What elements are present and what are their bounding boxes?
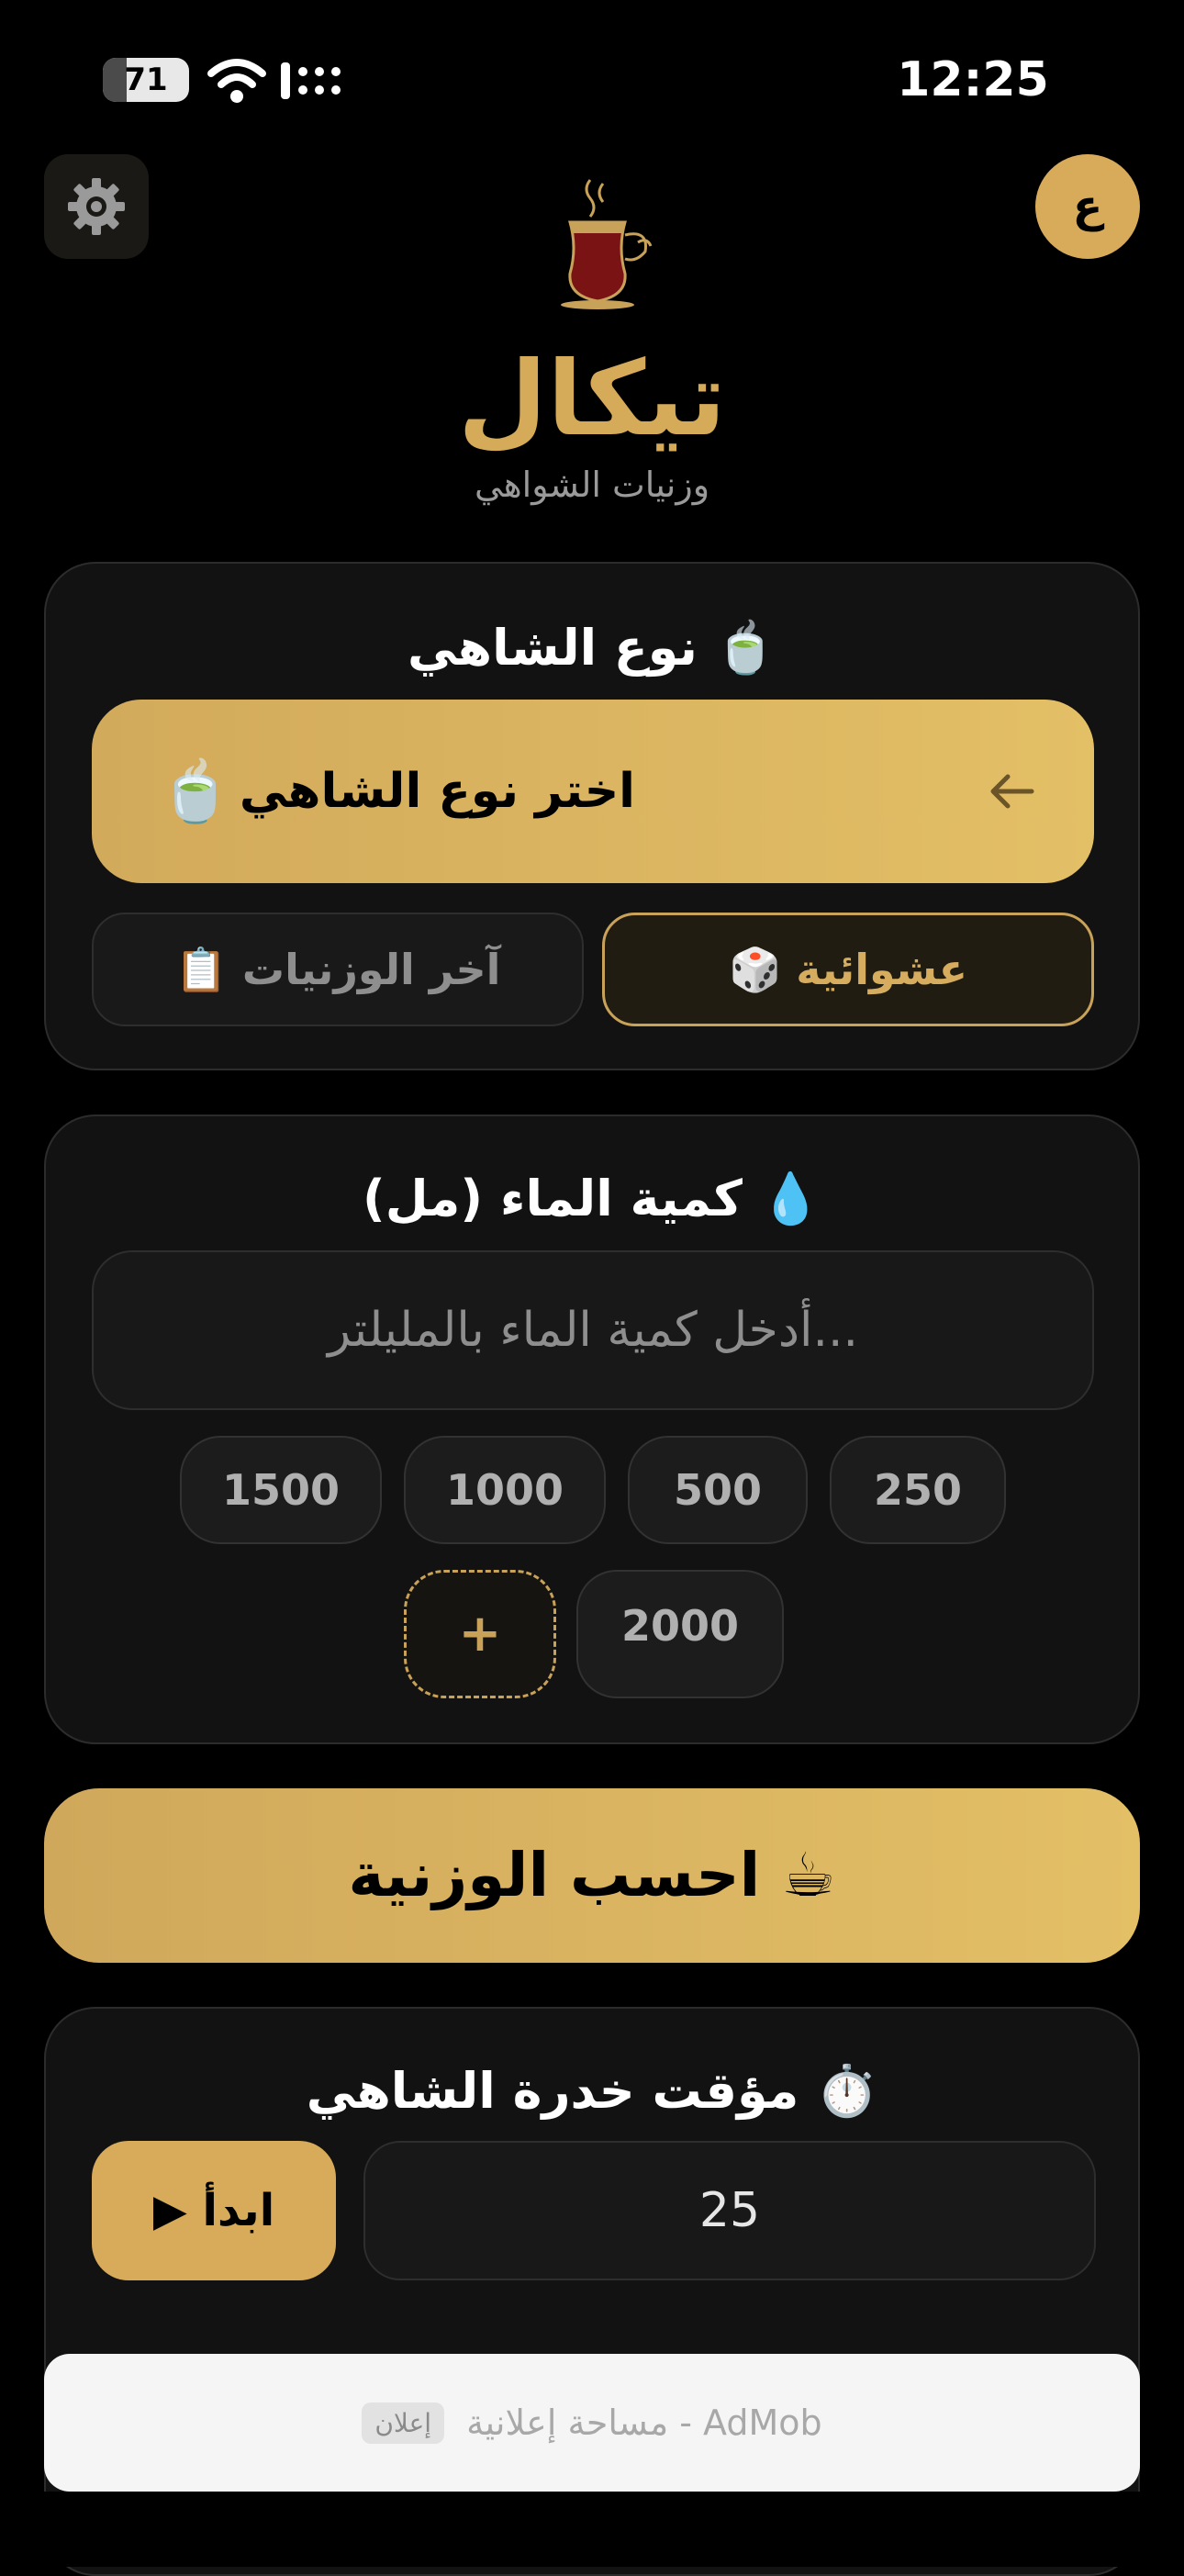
arrow-left-icon bbox=[990, 774, 1034, 809]
status-time: 12:25 bbox=[897, 52, 1049, 107]
water-amount-input[interactable]: أدخل كمية الماء بالمليلتر... bbox=[92, 1250, 1094, 1410]
ad-badge: إعلان bbox=[362, 2402, 445, 2444]
preset-500-chip[interactable]: 500 bbox=[628, 1436, 808, 1544]
battery-indicator: 71 bbox=[103, 58, 189, 102]
ad-text: مساحة إعلانية - AdMob bbox=[466, 2402, 822, 2443]
ad-banner[interactable]: إعلان مساحة إعلانية - AdMob bbox=[44, 2354, 1140, 2492]
cellular-signal-icon bbox=[281, 62, 341, 99]
bottom-safe-area bbox=[0, 2492, 1184, 2567]
start-timer-button[interactable]: ▶ ابدأ bbox=[92, 2141, 336, 2280]
tea-type-select-button[interactable]: اختر نوع الشاهي 🍵 bbox=[92, 700, 1094, 883]
tea-type-title: نوع الشاهي 🍵 bbox=[408, 619, 776, 677]
language-toggle-button[interactable]: ع bbox=[1035, 154, 1140, 259]
settings-button[interactable] bbox=[44, 154, 149, 259]
preset-1000-chip[interactable]: 1000 bbox=[404, 1436, 606, 1544]
preset-250-chip[interactable]: 250 bbox=[830, 1436, 1006, 1544]
app-title: تيكال bbox=[457, 340, 727, 459]
gear-icon bbox=[68, 178, 125, 235]
tea-glass-logo-icon bbox=[561, 179, 653, 309]
add-preset-button[interactable]: + bbox=[404, 1570, 556, 1698]
tea-cup-icon: 🍵 bbox=[159, 758, 232, 826]
preset-2000-chip[interactable]: 2000 bbox=[576, 1570, 784, 1698]
recent-weights-button[interactable]: 📋 آخر الوزنيات bbox=[92, 913, 584, 1026]
tea-type-card: نوع الشاهي 🍵 اختر نوع الشاهي 🍵 🎲 عشوائية… bbox=[44, 562, 1140, 1070]
water-amount-card: كمية الماء (مل) 💧 أدخل كمية الماء بالملي… bbox=[44, 1114, 1140, 1744]
calculate-button[interactable]: احسب الوزنية ☕ bbox=[44, 1788, 1140, 1963]
wifi-icon bbox=[207, 59, 266, 103]
random-button[interactable]: 🎲 عشوائية bbox=[602, 913, 1094, 1026]
preset-1500-chip[interactable]: 1500 bbox=[180, 1436, 382, 1544]
water-amount-title: كمية الماء (مل) 💧 bbox=[363, 1170, 821, 1227]
tea-timer-title: مؤقت خدرة الشاهي ⏱️ bbox=[306, 2062, 878, 2120]
tea-type-select-label: اختر نوع الشاهي bbox=[239, 764, 635, 819]
battery-level: 71 bbox=[124, 62, 168, 98]
timer-minutes-input[interactable]: 25 bbox=[363, 2141, 1096, 2280]
app-subtitle: وزنيات الشواهي bbox=[474, 465, 710, 505]
